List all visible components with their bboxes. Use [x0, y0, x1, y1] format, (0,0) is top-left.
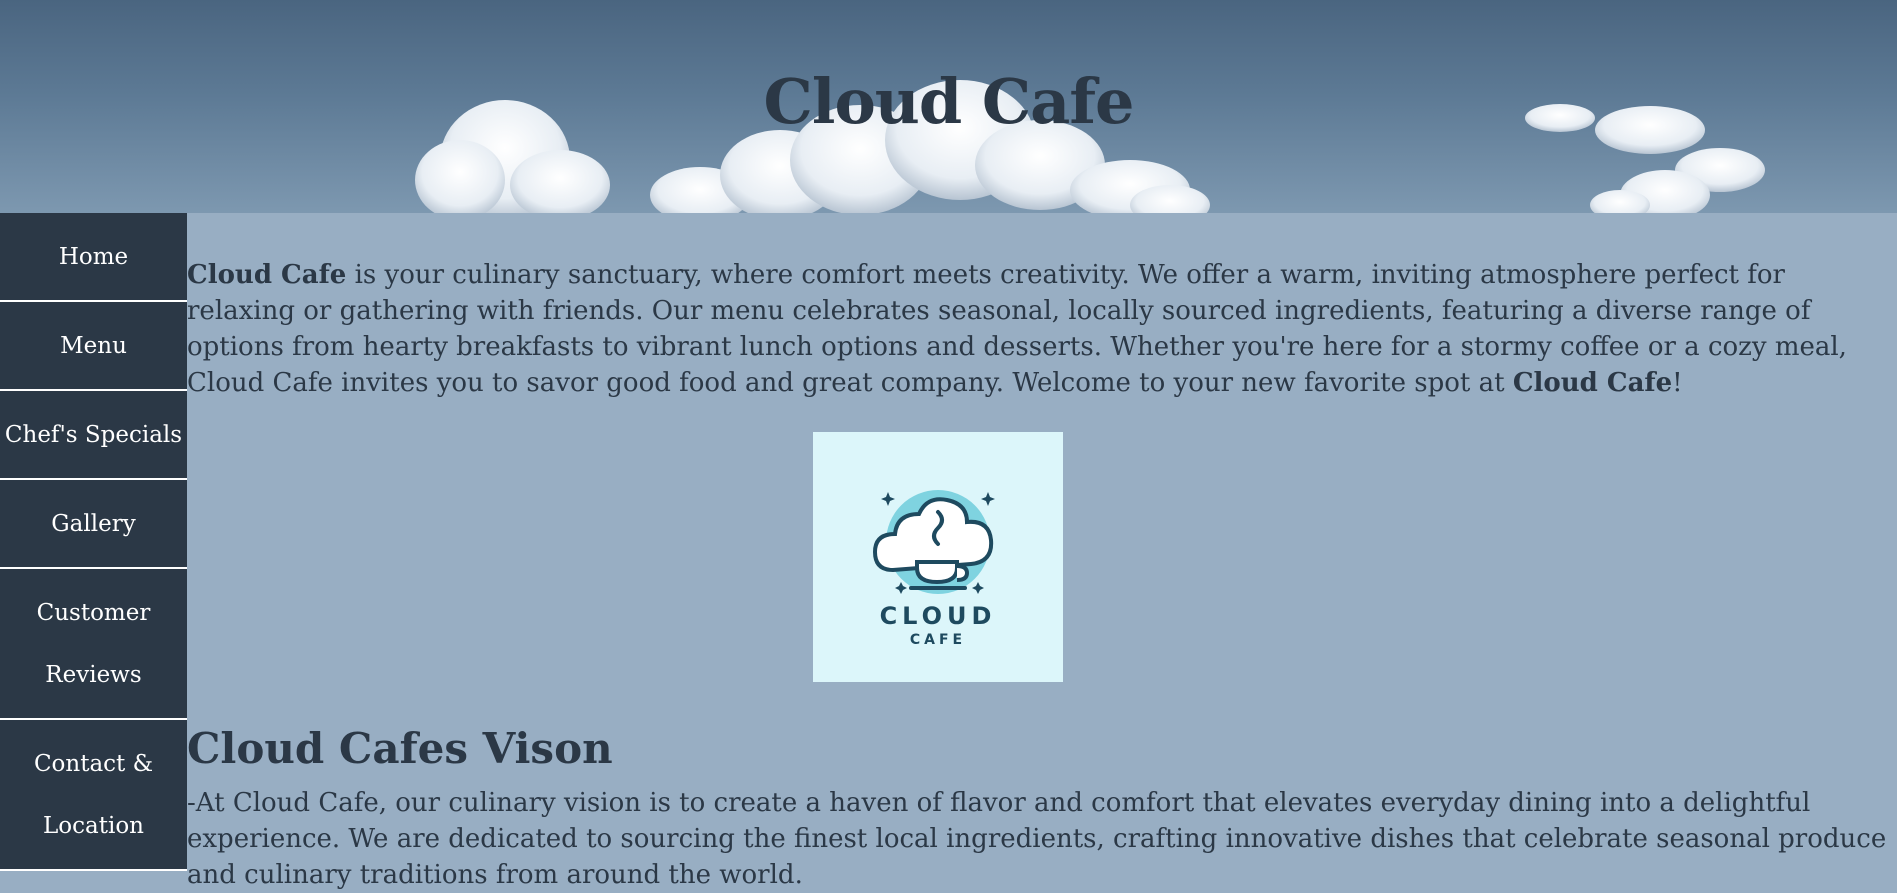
intro-end-punct: !: [1672, 368, 1683, 398]
main-content: Cloud Cafe is your culinary sanctuary, w…: [187, 213, 1887, 890]
site-title: Cloud Cafe: [763, 65, 1135, 138]
cloud-cafe-logo-icon: CLOUD CAFE: [872, 490, 997, 648]
nav-home-label: Home: [58, 243, 129, 270]
intro-brand-start: Cloud Cafe: [187, 260, 347, 290]
nav-home[interactable]: Home: [0, 213, 187, 302]
nav-contact-location-label-line1: Contact &: [33, 750, 154, 777]
nav-contact-location[interactable]: Contact & Location: [0, 720, 187, 871]
vision-heading: Cloud Cafes Vison: [187, 724, 613, 773]
nav-customer-reviews-label-line2: Reviews: [45, 661, 142, 688]
nav-gallery-label: Gallery: [51, 510, 136, 537]
nav-gallery[interactable]: Gallery: [0, 480, 187, 569]
header-banner: Cloud Cafe: [0, 0, 1897, 213]
logo-word-top: CLOUD: [880, 602, 997, 630]
logo-word-bottom: CAFE: [910, 632, 966, 648]
intro-paragraph: Cloud Cafe is your culinary sanctuary, w…: [187, 257, 1887, 401]
cafe-logo: CLOUD CAFE: [813, 432, 1063, 682]
nav-chefs-specials[interactable]: Chef's Specials: [0, 391, 187, 480]
nav-menu[interactable]: Menu: [0, 302, 187, 391]
nav-chefs-specials-label: Chef's Specials: [4, 421, 183, 448]
nav-customer-reviews-label-line1: Customer: [36, 599, 151, 626]
nav-menu-label: Menu: [60, 332, 127, 359]
nav-contact-location-label-line2: Location: [43, 812, 144, 839]
vision-paragraph: -At Cloud Cafe, our culinary vision is t…: [187, 788, 1887, 890]
nav-customer-reviews[interactable]: Customer Reviews: [0, 569, 187, 720]
sidebar-nav: Home Menu Chef's Specials Gallery Custom…: [0, 213, 187, 871]
intro-brand-end: Cloud Cafe: [1512, 368, 1673, 398]
